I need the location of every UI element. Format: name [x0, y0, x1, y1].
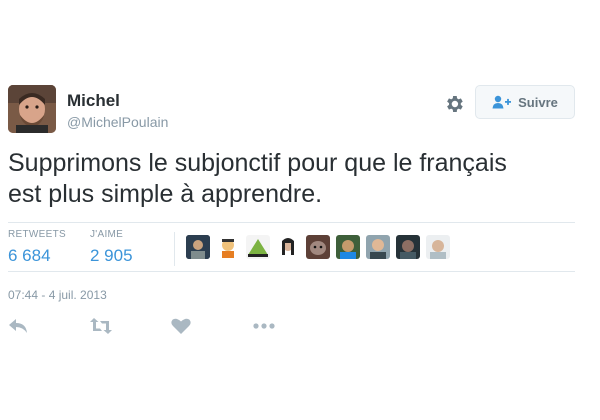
avatar-portrait [8, 85, 56, 133]
tweet-text-line-1: Supprimons le subjonctif pour que le fra… [8, 149, 507, 177]
divider-top [8, 222, 575, 223]
retweet-icon[interactable] [90, 317, 112, 335]
user-handle[interactable]: @MichelPoulain [67, 114, 168, 130]
liker-avatar-3[interactable] [246, 235, 270, 259]
liker-avatar-6[interactable] [336, 235, 360, 259]
liker-avatar-7[interactable] [366, 235, 390, 259]
user-display-name[interactable]: Michel [67, 91, 120, 111]
liker-avatar-8[interactable] [396, 235, 420, 259]
reply-icon[interactable] [8, 317, 30, 335]
liker-avatar-5[interactable] [306, 235, 330, 259]
user-avatar[interactable] [8, 85, 56, 133]
liker-avatar-4[interactable] [276, 235, 300, 259]
likes-count: 2 905 [90, 246, 133, 265]
likes-label: J'AIME [90, 229, 124, 240]
tweet-text: Supprimons le subjonctif pour que le fra… [8, 148, 588, 210]
likes-stat[interactable]: J'AIME 2 905 [90, 229, 133, 266]
retweets-label: RETWEETS [8, 229, 66, 240]
liker-avatar-9[interactable] [426, 235, 450, 259]
follow-button-label: Suivre [518, 94, 558, 110]
tweet-card: Michel @MichelPoulain Suivre Supprimons … [0, 0, 600, 420]
stats-divider [174, 232, 175, 266]
retweets-stat[interactable]: RETWEETS 6 684 [8, 229, 66, 266]
liker-avatar-1[interactable] [186, 235, 210, 259]
divider-bottom [8, 271, 575, 272]
tweet-text-line-2: est plus simple à apprendre. [8, 180, 323, 208]
retweets-count: 6 684 [8, 246, 51, 265]
tweet-timestamp[interactable]: 07:44 - 4 juil. 2013 [8, 288, 107, 302]
more-dots-icon[interactable] [252, 317, 278, 335]
like-heart-icon[interactable] [170, 317, 192, 335]
gear-icon[interactable] [443, 93, 465, 115]
liker-avatar-2[interactable] [216, 235, 240, 259]
follow-button[interactable]: Suivre [475, 85, 575, 119]
follow-person-plus-icon [492, 95, 512, 109]
